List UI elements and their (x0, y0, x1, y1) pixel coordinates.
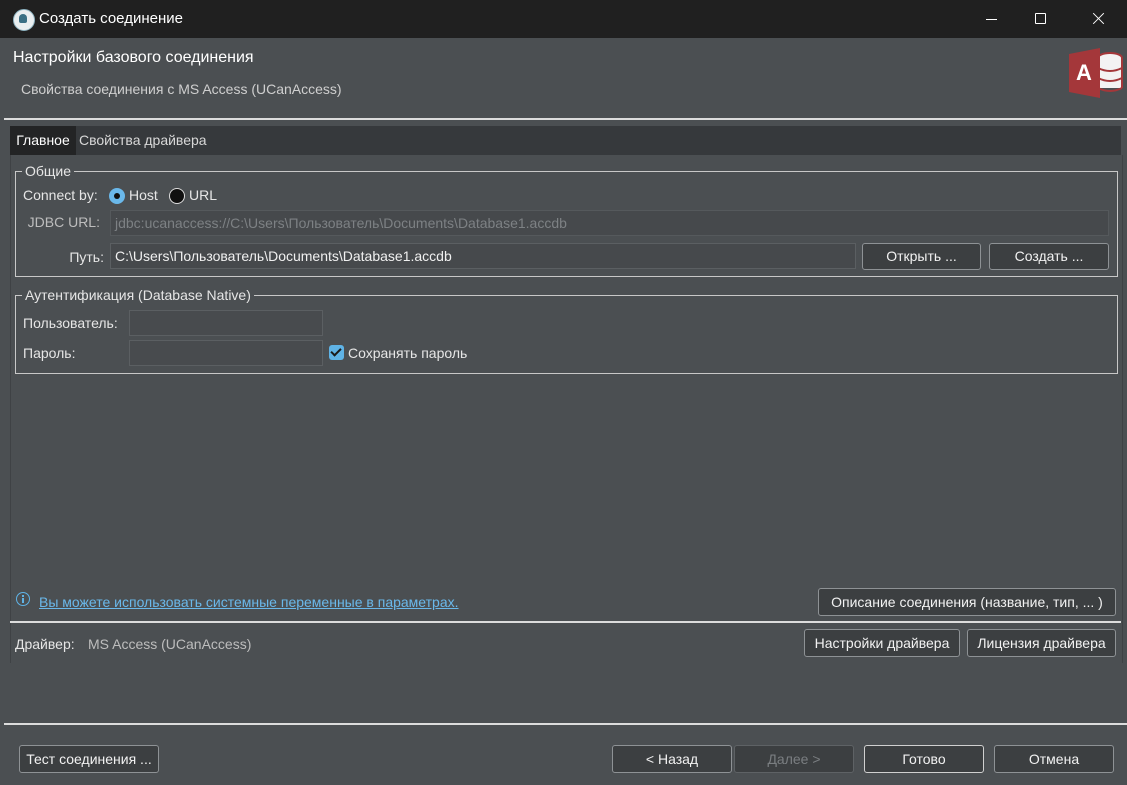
svg-text:A: A (1076, 60, 1092, 85)
page-title: Настройки базового соединения (13, 49, 254, 66)
connect-by-label: Connect by: (23, 187, 98, 203)
url-radio[interactable] (169, 188, 185, 204)
tab-driver-properties[interactable]: Свойства драйвера (79, 126, 207, 155)
driver-separator (10, 621, 1121, 623)
title-bar: Создать соединение (0, 0, 1127, 38)
jdbc-url-label: JDBC URL: (27, 214, 100, 230)
driver-name: MS Access (UCanAccess) (88, 636, 252, 652)
back-button[interactable]: < Назад (612, 745, 732, 773)
user-label: Пользователь: (23, 315, 118, 331)
user-input[interactable] (129, 310, 323, 336)
url-radio-label[interactable]: URL (189, 187, 217, 203)
tab-main[interactable]: Главное (10, 126, 76, 155)
driver-settings-button[interactable]: Настройки драйвера (804, 629, 960, 657)
connection-description-button[interactable]: Описание соединения (название, тип, ... … (818, 588, 1116, 616)
next-button: Далее > (734, 745, 854, 773)
ms-access-logo-icon: A (1069, 48, 1123, 98)
password-input[interactable] (129, 340, 323, 366)
minimize-icon[interactable] (968, 0, 1014, 38)
info-icon (16, 592, 30, 606)
driver-label: Драйвер: (15, 636, 75, 652)
driver-license-button[interactable]: Лицензия драйвера (967, 629, 1116, 657)
general-group-legend: Общие (22, 162, 75, 180)
finish-button[interactable]: Готово (864, 745, 984, 773)
cancel-button[interactable]: Отмена (994, 745, 1114, 773)
host-radio[interactable] (109, 188, 125, 204)
window-title: Создать соединение (39, 10, 183, 27)
page-subtitle: Свойства соединения с MS Access (UCanAcc… (21, 81, 342, 97)
system-variables-link[interactable]: Вы можете использовать системные перемен… (39, 594, 459, 610)
open-file-button[interactable]: Открыть ... (862, 243, 981, 270)
header-separator (4, 118, 1127, 120)
jdbc-url-field: jdbc:ucanaccess://C:\Users\Пользователь\… (110, 210, 1109, 236)
path-input[interactable]: C:\Users\Пользователь\Documents\Database… (110, 243, 856, 269)
maximize-icon[interactable] (1017, 0, 1063, 38)
password-label: Пароль: (23, 345, 76, 361)
footer-separator (4, 723, 1127, 725)
save-password-label[interactable]: Сохранять пароль (348, 345, 467, 361)
test-connection-button[interactable]: Тест соединения ... (19, 745, 159, 773)
close-icon[interactable] (1075, 0, 1121, 38)
dbeaver-app-icon (13, 9, 35, 31)
save-password-checkbox[interactable] (329, 345, 344, 360)
path-label: Путь: (69, 249, 104, 265)
host-radio-label[interactable]: Host (129, 187, 158, 203)
create-file-button[interactable]: Создать ... (989, 243, 1109, 270)
auth-group-legend: Аутентификация (Database Native) (22, 286, 254, 304)
